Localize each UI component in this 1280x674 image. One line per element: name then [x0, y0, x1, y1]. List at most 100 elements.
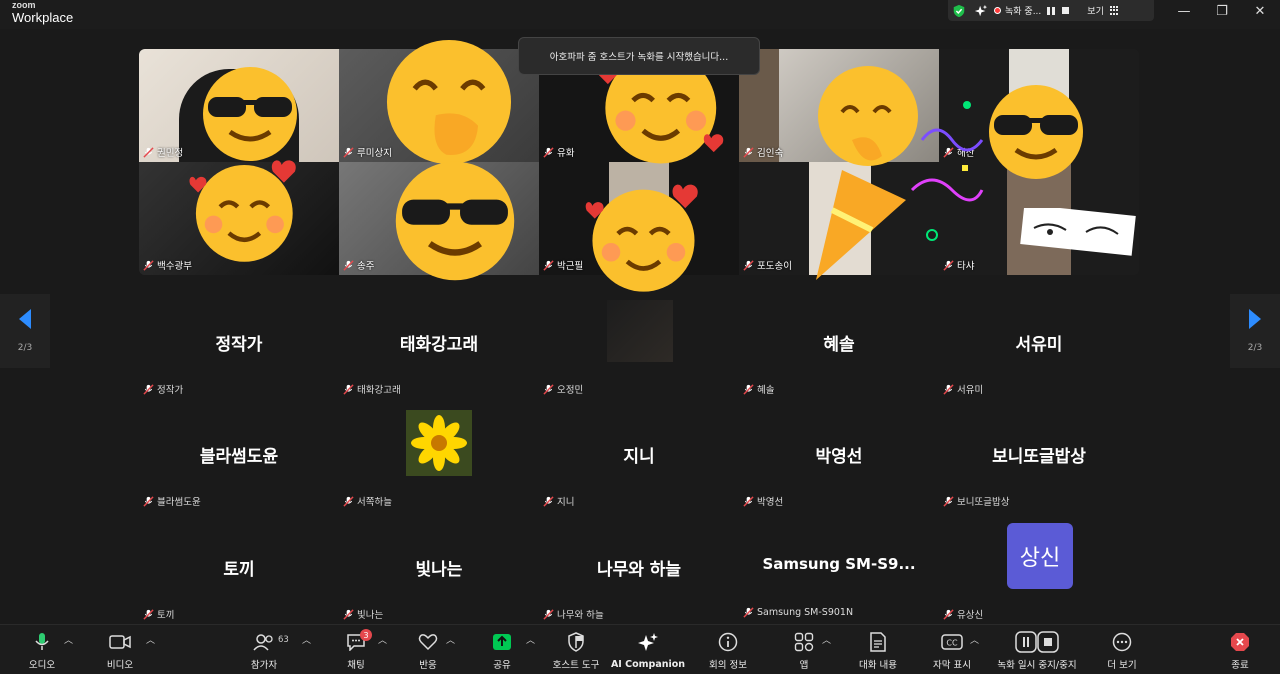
info-icon	[718, 632, 738, 652]
participant-name: 박영선	[757, 497, 784, 508]
muted-mic-icon	[943, 383, 954, 395]
meeting-info-button[interactable]: 회의 정보	[704, 631, 752, 671]
document-icon	[870, 632, 886, 652]
recording-toast: 아호파파 줌 호스트가 녹화를 시작했습니다...	[518, 37, 760, 75]
maximize-button[interactable]: ❐	[1202, 0, 1242, 22]
microphone-icon	[35, 633, 49, 650]
participant-name: 태화강고래	[357, 385, 401, 396]
sunglasses-emoji-icon	[989, 85, 1083, 179]
video-button[interactable]: 비디오	[100, 631, 140, 671]
app-logo: zoom Workplace	[12, 0, 74, 25]
reactions-button[interactable]: 반응	[408, 631, 448, 671]
transcript-button[interactable]: 대화 내용	[852, 631, 904, 671]
shield-icon	[568, 632, 584, 652]
page-indicator: 2/3	[1247, 343, 1263, 353]
avatar: 상신	[1007, 523, 1073, 589]
participant-display-name: 토끼	[223, 560, 255, 580]
muted-mic-icon	[143, 608, 154, 620]
muted-mic-icon	[343, 383, 354, 395]
participant-cell[interactable]: 서유미 서유미	[939, 306, 1139, 418]
participant-display-name: 블라썸도윤	[199, 447, 279, 467]
participant-display-name: Samsung SM-S9...	[762, 555, 916, 573]
apps-options-chevron-icon[interactable]: ︿	[822, 633, 831, 646]
participant-cell[interactable]: 서쪽하늘	[339, 410, 539, 530]
prev-page-button[interactable]: 2/3	[0, 294, 50, 368]
party-emoji-icon	[816, 66, 984, 280]
next-page-button[interactable]: 2/3	[1230, 294, 1280, 368]
muted-mic-icon	[143, 495, 154, 507]
pause-recording-icon[interactable]	[1047, 6, 1056, 15]
participant-name: 지니	[557, 497, 575, 508]
share-options-chevron-icon[interactable]: ︿	[526, 633, 535, 646]
participant-name: 나무와 하늘	[557, 610, 604, 621]
participants-count: 63	[278, 635, 289, 645]
more-button[interactable]: 더 보기	[1102, 631, 1142, 671]
audio-options-chevron-icon[interactable]: ︿	[64, 633, 73, 646]
security-shield-icon[interactable]	[952, 4, 966, 18]
audio-button[interactable]: 오디오	[22, 631, 62, 671]
ai-sparkle-icon	[638, 633, 658, 651]
chat-button[interactable]: 3 채팅	[336, 629, 376, 671]
participant-name: 블라썸도윤	[157, 497, 201, 508]
participant-name: 유상신	[957, 610, 984, 621]
apps-icon	[794, 632, 814, 652]
participant-display-name: 박영선	[815, 447, 863, 467]
sunglasses-emoji-icon	[395, 161, 515, 281]
muted-mic-icon	[743, 146, 754, 158]
share-screen-icon	[493, 634, 511, 650]
chat-options-chevron-icon[interactable]: ︿	[378, 633, 387, 646]
muted-mic-icon	[743, 259, 754, 271]
participant-cell[interactable]: 박영선 박영선	[739, 418, 939, 530]
title-bar: zoom Workplace 녹화 중... 보기 — ❐ ✕	[0, 0, 1280, 29]
host-tools-button[interactable]: 호스트 도구	[548, 631, 604, 671]
muted-mic-icon	[743, 383, 754, 395]
close-button[interactable]: ✕	[1240, 0, 1280, 22]
participant-display-name: 지니	[623, 447, 655, 467]
captions-options-chevron-icon[interactable]: ︿	[970, 633, 979, 646]
participant-cell[interactable]: 혜솔 혜솔	[739, 306, 939, 418]
participant-cell[interactable]: 태화강고래 태화강고래	[339, 306, 539, 418]
participants-options-chevron-icon[interactable]: ︿	[302, 633, 311, 646]
heart-icon	[418, 634, 438, 651]
tile-name: 송주	[357, 261, 375, 272]
more-dots-icon	[1112, 632, 1132, 652]
share-button[interactable]: 공유	[482, 631, 522, 671]
end-call-icon	[1231, 633, 1249, 651]
muted-mic-icon	[943, 608, 954, 620]
participant-name: 혜솔	[757, 385, 775, 396]
participant-cell[interactable]: 오정민	[539, 300, 739, 418]
recording-controls-button[interactable]: 녹화 일시 중지/중지	[990, 631, 1084, 671]
closed-captions-icon: CC	[941, 634, 963, 650]
participant-cell[interactable]: 지니 지니	[539, 418, 739, 530]
muted-mic-icon	[343, 495, 354, 507]
reactions-options-chevron-icon[interactable]: ︿	[446, 633, 455, 646]
participant-name: 보니또글밥상	[957, 497, 1010, 508]
grid-view-icon[interactable]	[1109, 6, 1119, 15]
participant-name: 서쪽하늘	[357, 497, 392, 508]
brand-large: Workplace	[12, 10, 74, 25]
participant-cell[interactable]: 보니또글밥상 보니또글밥상	[939, 418, 1139, 530]
ai-companion-button[interactable]: AI Companion	[611, 631, 685, 671]
apps-button[interactable]: 앱	[784, 631, 824, 671]
muted-mic-icon	[143, 259, 154, 271]
giggle-emoji-icon	[386, 39, 512, 165]
arrow-left-icon	[19, 309, 31, 329]
stop-recording-icon[interactable]	[1062, 7, 1070, 14]
ai-sparkle-icon[interactable]	[974, 4, 988, 18]
participant-name: 빛나는	[357, 610, 384, 621]
end-meeting-button[interactable]: 종료	[1220, 631, 1260, 671]
muted-mic-icon	[143, 146, 154, 158]
view-button[interactable]: 보기	[1087, 4, 1104, 17]
minimize-button[interactable]: —	[1164, 0, 1204, 22]
meeting-top-controls: 녹화 중... 보기	[948, 0, 1154, 21]
muted-mic-icon	[343, 259, 354, 271]
muted-mic-icon	[743, 495, 754, 507]
participant-cell[interactable]: 블라썸도윤 블라썸도윤	[139, 418, 339, 530]
participant-photo	[607, 300, 673, 362]
tile-name: 김인숙	[757, 148, 784, 159]
participant-name: 서유미	[957, 385, 984, 396]
participant-name: 오정민	[557, 385, 584, 396]
participant-cell[interactable]: 정작가 정작가	[139, 306, 339, 418]
smiling-hearts-emoji-icon	[585, 184, 698, 292]
video-options-chevron-icon[interactable]: ︿	[146, 633, 155, 646]
